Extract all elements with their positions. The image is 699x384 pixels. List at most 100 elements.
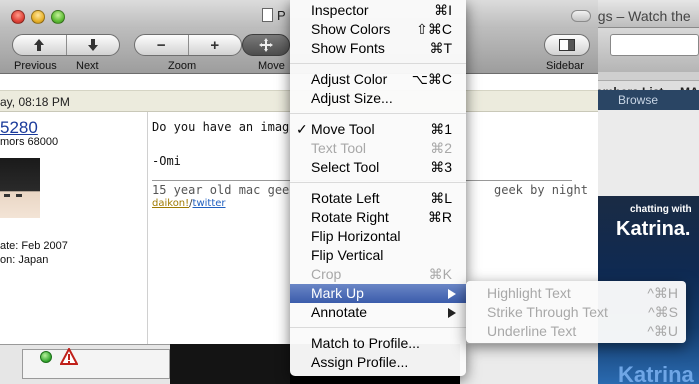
ad-name-bottom: Katrina (618, 362, 694, 384)
menu-separator (290, 327, 466, 328)
menu-item-crop: Crop ⌘K (290, 265, 466, 284)
signature-links: daikon!/twitter (152, 198, 226, 209)
menu-item-inspector[interactable]: Inspector ⌘I (290, 1, 466, 20)
menu-item-label: Assign Profile... (311, 354, 409, 370)
menu-item-shortcut: ⌘1 (430, 121, 452, 137)
menu-item-label: Flip Horizontal (311, 228, 401, 244)
menu-item-label: Inspector (311, 2, 369, 18)
move-label: Move (258, 60, 285, 72)
submenu-item-label: Underline Text (487, 323, 577, 339)
post-body: Do you have an imag (152, 120, 290, 134)
address-field[interactable] (610, 34, 699, 56)
menu-item-shortcut: ⌘K (428, 266, 452, 282)
background-window-title: ngs – Watch the (590, 8, 691, 24)
menu-item-label: Select Tool (311, 159, 380, 175)
menu-item-show-fonts[interactable]: Show Fonts ⌘T (290, 39, 466, 58)
menu-item-shortcut: ⌘3 (430, 159, 452, 175)
menu-item-label: Move Tool (311, 121, 375, 137)
menu-item-label: Annotate (311, 304, 368, 320)
user-location: on: Japan (0, 254, 49, 266)
menu-item-flip-vertical[interactable]: Flip Vertical (290, 246, 466, 265)
dark-background (170, 344, 290, 384)
post-date: ay, 08:18 PM (0, 95, 70, 109)
avatar (0, 158, 40, 218)
status-area (0, 344, 170, 384)
move-tool-button[interactable] (242, 34, 290, 56)
menu-item-label: Adjust Color (311, 71, 388, 87)
mark-up-submenu: Highlight Text ^⌘H Strike Through Text ^… (466, 281, 686, 343)
submenu-item-underline-text: Underline Text ^⌘U (466, 322, 686, 341)
sidebar-button[interactable] (544, 34, 590, 56)
menu-separator (290, 113, 466, 114)
menu-item-rotate-right[interactable]: Rotate Right ⌘R (290, 208, 466, 227)
submenu-item-shortcut: ^⌘S (648, 304, 678, 320)
signature-text: 15 year old mac gee (152, 183, 290, 197)
zoom-label: Zoom (168, 60, 197, 72)
menu-item-label: Rotate Left (311, 190, 380, 206)
close-button[interactable] (11, 10, 25, 24)
menu-item-assign-profile[interactable]: Assign Profile... (290, 353, 466, 372)
menu-item-label: Rotate Right (311, 209, 389, 225)
window-title: P (277, 8, 286, 23)
post-signoff: -Omi (152, 154, 181, 168)
menu-item-label: Show Fonts (311, 40, 385, 56)
arrow-up-icon (34, 39, 45, 51)
menu-item-shortcut: ⌘L (430, 190, 452, 206)
menu-item-label: Crop (311, 266, 342, 282)
menu-item-shortcut: ⌥⌘C (411, 71, 452, 87)
ad-name: Katrina. (616, 218, 691, 240)
menu-separator (290, 63, 466, 64)
checkmark-icon: ✓ (296, 121, 308, 137)
menu-item-flip-horizontal[interactable]: Flip Horizontal (290, 227, 466, 246)
previous-label: Previous (14, 60, 57, 72)
next-label: Next (76, 60, 99, 72)
signature-text-end: geek by night (494, 183, 588, 197)
menu-item-match-to-profile[interactable]: Match to Profile... (290, 334, 466, 353)
menu-item-shortcut: ⌘2 (430, 140, 452, 156)
sidebar-label: Sidebar (546, 60, 584, 72)
submenu-item-label: Strike Through Text (487, 304, 608, 320)
previous-button[interactable] (13, 35, 66, 55)
menu-item-label: Flip Vertical (311, 247, 384, 263)
zoom-out-button[interactable]: − (135, 35, 188, 55)
menu-item-label: Text Tool (311, 140, 366, 156)
menu-item-shortcut: ⇧⌘C (416, 21, 452, 37)
submenu-item-label: Highlight Text (487, 285, 571, 301)
toolbar-toggle-button[interactable] (571, 10, 591, 22)
menu-item-shortcut: ⌘R (427, 209, 452, 225)
previous-next-control (12, 34, 120, 56)
next-button[interactable] (65, 35, 120, 55)
zoom-control: − + (134, 34, 242, 56)
menu-item-adjust-size[interactable]: Adjust Size... (290, 89, 466, 108)
sidebar-icon (545, 35, 589, 55)
zoom-window-button[interactable] (51, 10, 65, 24)
menu-item-mark-up[interactable]: Mark Up (290, 284, 466, 303)
join-date: ate: Feb 2007 (0, 240, 68, 252)
menu-item-show-colors[interactable]: Show Colors ⇧⌘C (290, 20, 466, 39)
browse-link[interactable]: Browse (618, 93, 658, 107)
daikon-link[interactable]: daikon! (152, 198, 189, 209)
submenu-arrow-icon (448, 289, 456, 299)
menu-item-adjust-color[interactable]: Adjust Color ⌥⌘C (290, 70, 466, 89)
arrow-down-icon (87, 39, 98, 51)
menu-item-label: Show Colors (311, 21, 391, 37)
warning-icon[interactable] (60, 348, 78, 366)
menu-item-shortcut: ⌘I (434, 2, 452, 18)
user-rank: mors 68000 (0, 136, 59, 148)
menu-item-select-tool[interactable]: Select Tool ⌘3 (290, 158, 466, 177)
submenu-item-strike-through-text: Strike Through Text ^⌘S (466, 303, 686, 322)
username-link[interactable]: 5280 (0, 118, 38, 138)
menu-item-move-tool[interactable]: ✓ Move Tool ⌘1 (290, 120, 466, 139)
tools-menu: Inspector ⌘I Show Colors ⇧⌘C Show Fonts … (290, 0, 466, 376)
twitter-link[interactable]: twitter (193, 198, 226, 209)
online-status-icon (40, 351, 52, 363)
ad-chatting-with: chatting with (630, 204, 692, 215)
move-icon (243, 35, 289, 55)
menu-item-annotate[interactable]: Annotate (290, 303, 466, 322)
menu-item-rotate-left[interactable]: Rotate Left ⌘L (290, 189, 466, 208)
submenu-item-shortcut: ^⌘U (647, 323, 678, 339)
zoom-in-button[interactable]: + (187, 35, 242, 55)
menu-item-label: Adjust Size... (311, 90, 393, 106)
minimize-button[interactable] (31, 10, 45, 24)
menu-item-text-tool: Text Tool ⌘2 (290, 139, 466, 158)
